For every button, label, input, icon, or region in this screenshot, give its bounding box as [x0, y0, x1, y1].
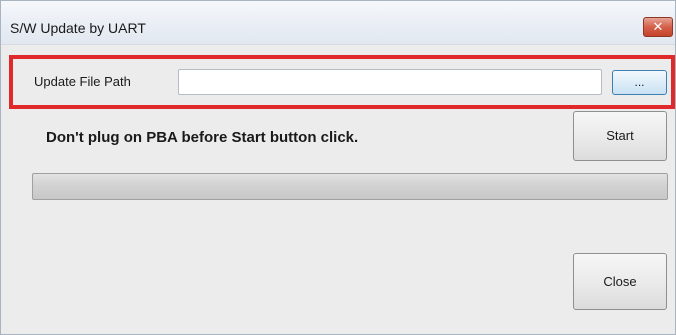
warning-message: Don't plug on PBA before Start button cl…	[46, 129, 359, 146]
update-dialog: S/W Update by UART ✕ Update File Path ..…	[0, 0, 676, 335]
window-title: S/W Update by UART	[10, 20, 146, 36]
progress-bar	[32, 173, 668, 200]
close-button[interactable]: Close	[573, 253, 667, 310]
browse-button[interactable]: ...	[612, 70, 667, 95]
update-file-path-input[interactable]	[178, 69, 602, 95]
title-bar: S/W Update by UART ✕	[1, 1, 675, 45]
window-close-button[interactable]: ✕	[643, 17, 673, 37]
close-icon: ✕	[652, 19, 664, 34]
update-file-path-label: Update File Path	[34, 74, 131, 89]
start-button[interactable]: Start	[573, 111, 667, 161]
